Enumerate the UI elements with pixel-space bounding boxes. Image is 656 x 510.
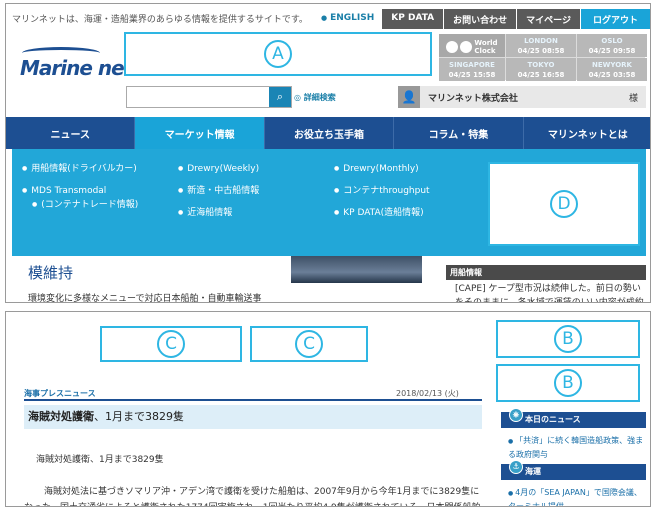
user-icon: 👤 <box>398 86 420 108</box>
charter-info-heading: 用船情報 <box>446 265 646 280</box>
shipping-news-item[interactable]: 4月の「SEA JAPAN」で国際会議、ターミナル提供 <box>508 486 648 506</box>
top-links: ENGLISH KP DATA お問い合わせ マイページ ログアウト <box>321 9 650 29</box>
nav-news[interactable]: ニュース <box>6 117 136 149</box>
world-clock: World Clock LONDON 04/25 08:58 OSLO 04/25 0… <box>439 34 647 81</box>
ship-wheel-icon: ⎈ <box>509 408 523 422</box>
today-news-heading: ⎈ 本日のニュース <box>501 408 646 428</box>
world-clock-label: World Clock <box>439 34 505 57</box>
menu-mds[interactable]: MDS Transmodal <box>22 184 106 198</box>
marker-d: D <box>550 190 578 218</box>
clock-tokyo: TOKYO 04/25 16:58 <box>506 58 576 81</box>
article-subtitle: 海賊対処護衛、1月まで3829隻 <box>36 455 164 465</box>
charter-info-text: [CAPE] ケープ型市況は続伸した。前日の勢いをそのままに、各水域で運賃のいい… <box>455 284 644 303</box>
background-text: 環境変化に多様なメニューで対応日本船舶・自動車輸送事 <box>28 294 262 303</box>
menu-newbuild[interactable]: 新造・中古船情報 <box>178 184 259 198</box>
clock-icon <box>460 40 473 53</box>
placeholder-box-c2: C <box>250 326 368 362</box>
press-date: 2018/02/13 (火) <box>396 389 459 398</box>
clock-london: LONDON 04/25 08:58 <box>506 34 576 57</box>
menu-drewry-monthly[interactable]: Drewry(Monthly) <box>334 162 418 176</box>
menu-mds-sub[interactable]: (コンテナトレード情報) <box>32 198 138 212</box>
clock-oslo: OSLO 04/25 09:58 <box>577 34 647 57</box>
market-dropdown: 用船情報(ドライバルカー) MDS Transmodal (コンテナトレード情報… <box>12 149 646 256</box>
search-box: ⌕ <box>126 86 292 108</box>
placeholder-box-c1: C <box>100 326 242 362</box>
marker-c: C <box>295 330 323 358</box>
nav-column[interactable]: コラム・特集 <box>394 117 524 149</box>
main-nav: ニュース マーケット情報 お役立ち玉手箱 コラム・特集 マリンネットとは <box>6 117 650 149</box>
marker-b: B <box>554 325 582 353</box>
user-suffix: 様 <box>628 93 638 104</box>
placeholder-box-a: A <box>124 32 432 76</box>
nav-tools[interactable]: お役立ち玉手箱 <box>265 117 395 149</box>
logo-swoosh <box>22 47 100 59</box>
shipping-heading: ⚓ 海運 <box>501 460 646 480</box>
logo-text: Marine net <box>20 56 133 80</box>
kp-data-button[interactable]: KP DATA <box>382 9 445 29</box>
user-bar: 👤 マリンネット株式会社 様 <box>398 86 646 108</box>
user-company: マリンネット株式会社 <box>428 93 518 104</box>
site-tagline: マリンネットは、海運・造船業界のあらゆる情報を提供するサイトです。 <box>12 15 308 25</box>
background-heading: 模維持 <box>28 264 74 282</box>
bottom-screenshot-panel: C C 海事プレスニュース 2018/02/13 (火) 海賊対処護衛、1月まで… <box>5 311 651 507</box>
marker-b: B <box>554 369 582 397</box>
search-input[interactable] <box>127 87 269 107</box>
english-link[interactable]: ENGLISH <box>321 9 382 29</box>
article-body: 海賊対処法に基づきソマリア沖・アデン湾で護衛を受けた船舶は、2007年9月から今… <box>24 487 481 506</box>
marker-a: A <box>264 40 292 68</box>
background-image <box>291 256 422 283</box>
search-icon[interactable]: ⌕ <box>269 87 291 107</box>
contact-button[interactable]: お問い合わせ <box>444 9 518 29</box>
menu-coastal[interactable]: 近海船情報 <box>178 206 232 220</box>
press-news-label: 海事プレスニュース <box>24 389 96 398</box>
placeholder-box-b2: B <box>496 364 640 402</box>
clock-newyork: NEWYORK 04/25 03:58 <box>577 58 647 81</box>
menu-container[interactable]: コンテナthroughput <box>334 184 429 198</box>
top-screenshot-panel: マリンネットは、海運・造船業界のあらゆる情報を提供するサイトです。 ENGLIS… <box>5 3 651 303</box>
article-title: 海賊対処護衛、1月まで3829隻 <box>24 405 482 429</box>
anchor-icon: ⚓ <box>509 460 523 474</box>
clock-singapore: SINGAPORE 04/25 15:58 <box>439 58 505 81</box>
placeholder-box-b1: B <box>496 320 640 358</box>
nav-about[interactable]: マリンネットとは <box>524 117 650 149</box>
today-news-item[interactable]: 「共済」に続く韓国造船政策、強まる政府関与 <box>508 434 648 461</box>
nav-market[interactable]: マーケット情報 <box>135 117 265 149</box>
menu-drewry-weekly[interactable]: Drewry(Weekly) <box>178 162 259 176</box>
logout-button[interactable]: ログアウト <box>580 9 650 29</box>
site-logo[interactable]: Marine net <box>20 47 133 80</box>
divider <box>24 399 482 401</box>
mypage-button[interactable]: マイページ <box>517 9 581 29</box>
marker-c: C <box>157 330 185 358</box>
menu-charter[interactable]: 用船情報(ドライバルカー) <box>22 162 137 176</box>
menu-kpdata[interactable]: KP DATA(造船情報) <box>334 206 423 220</box>
placeholder-box-d: D <box>488 162 640 246</box>
advanced-search-link[interactable]: 詳細検索 <box>294 92 336 103</box>
clock-icon <box>446 40 459 53</box>
